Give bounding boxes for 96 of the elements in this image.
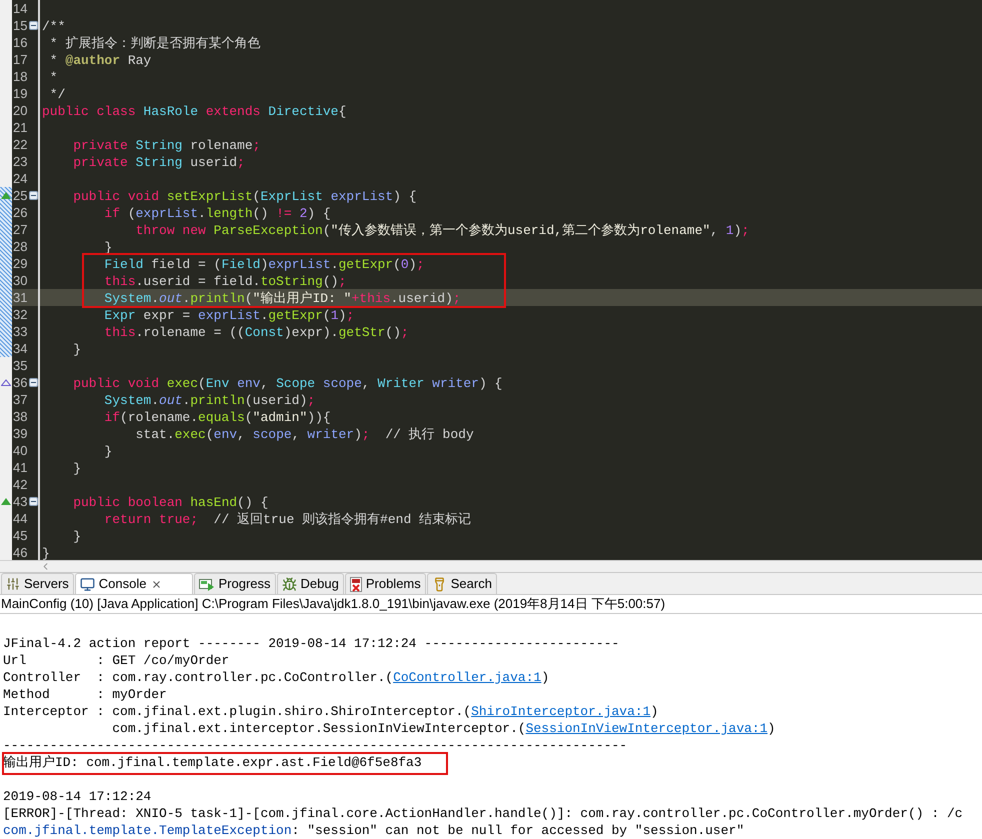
line-number: 38 <box>12 408 28 425</box>
code-line: * 扩展指令：判断是否拥有某个角色 <box>48 36 260 51</box>
code-line: Field field = (Field)exprList.getExpr(0); <box>103 257 424 272</box>
console-line: Controller : com.ray.controller.pc.CoController.(CoController.java:1) <box>3 669 550 686</box>
code-line: public class HasRole extends Directive{ <box>42 104 346 119</box>
problems-icon <box>350 576 362 592</box>
view-tab[interactable]: Problems <box>344 573 426 594</box>
triangle-outline-marker-icon <box>1 379 11 386</box>
line-number: 18 <box>12 68 28 85</box>
console-line: JFinal-4.2 action report -------- 2019-08-14 17:12:24 ------------------------- <box>3 635 620 652</box>
code-line: * @author Ray <box>48 53 152 68</box>
progress-icon <box>198 577 214 591</box>
code-line: this.rolename = ((Const)expr).getStr(); <box>103 325 409 340</box>
view-tab[interactable]: Console <box>74 573 192 594</box>
fold-toggle-icon[interactable] <box>29 191 38 200</box>
line-number: 31 <box>12 289 28 306</box>
line-number: 34 <box>12 340 28 357</box>
code-line: } <box>72 461 82 476</box>
line-number: 24 <box>12 170 28 187</box>
code-line: } <box>72 529 82 544</box>
code-line: stat.exec(env, scope, writer); // 执行 body <box>134 427 474 442</box>
code-line: if(rolename.equals("admin")){ <box>103 410 331 425</box>
code-line: this.userid = field.toString(); <box>103 274 346 289</box>
code-line: } <box>103 444 112 459</box>
line-number: 40 <box>12 442 28 459</box>
console-line: [ERROR]-[Thread: XNIO-5 task-1]-[com.jfinal.core.ActionHandler.handle()]: com.ray.controller.pc.CoController.myOrder() : /c <box>3 805 963 822</box>
console-line: 输出用户ID: com.jfinal.template.expr.ast.Field@6f5e8fa3 <box>3 754 422 771</box>
view-tab[interactable]: Debug <box>276 573 344 594</box>
code-line: System.out.println(userid); <box>103 393 316 408</box>
monitor-icon <box>80 576 95 592</box>
console-line: -------------------------------------------------------------------------------- <box>3 737 628 754</box>
console-line: Url : GET /co/myOrder <box>3 652 230 669</box>
code-line: public void setExprList(ExprList exprList) { <box>72 189 417 204</box>
line-number: 36 <box>12 374 28 391</box>
code-line: if (exprList.length() != 2) { <box>103 206 331 221</box>
line-number: 46 <box>12 544 28 560</box>
view-tab[interactable]: Search <box>426 573 497 594</box>
line-number: 39 <box>12 425 28 442</box>
file-link[interactable]: CoController.java:1 <box>393 670 542 685</box>
line-number: 41 <box>12 459 28 476</box>
sliders-icon <box>6 577 20 591</box>
line-number: 14 <box>12 0 28 17</box>
code-line: private String userid; <box>72 155 245 170</box>
line-number: 37 <box>12 391 28 408</box>
line-number: 15 <box>12 17 28 34</box>
code-editor[interactable] <box>12 0 982 560</box>
view-tab[interactable]: Progress <box>194 573 276 594</box>
line-number: 33 <box>12 323 28 340</box>
line-number: 22 <box>12 136 28 153</box>
line-number: 17 <box>12 51 28 68</box>
triangle-marker-icon <box>1 192 11 199</box>
code-line: public boolean hasEnd() { <box>72 495 268 510</box>
code-line: * <box>48 70 58 85</box>
console-line: Method : myOrder <box>3 686 167 703</box>
console-line: Interceptor : com.jfinal.ext.plugin.shiro.ShiroInterceptor.(ShiroInterceptor.java:1) <box>3 703 658 720</box>
console-line: com.jfinal.ext.interceptor.SessionInViewInterceptor.(SessionInViewInterceptor.java:1) <box>111 720 776 737</box>
code-line: private String rolename; <box>72 138 260 153</box>
line-number: 23 <box>12 153 28 170</box>
code-line: /** <box>42 19 66 34</box>
line-number: 27 <box>12 221 28 238</box>
code-line: Expr expr = exprList.getExpr(1); <box>103 308 354 323</box>
line-number: 29 <box>12 255 28 272</box>
line-number: 19 <box>12 85 28 102</box>
line-number: 26 <box>12 204 28 221</box>
line-number: 42 <box>12 476 28 493</box>
code-line: */ <box>48 87 66 102</box>
file-link[interactable]: SessionInViewInterceptor.java:1 <box>526 721 768 736</box>
fold-toggle-icon[interactable] <box>29 378 38 387</box>
view-tab[interactable]: Servers <box>1 573 74 594</box>
code-line: return true; // 返回true 则该指令拥有#end 结束标记 <box>103 512 472 527</box>
line-number: 30 <box>12 272 28 289</box>
line-number: 25 <box>12 187 28 204</box>
code-line: } <box>72 342 82 357</box>
line-number: 16 <box>12 34 28 51</box>
line-number: 43 <box>12 493 28 510</box>
triangle-marker-icon <box>1 498 11 505</box>
console-line: com.jfinal.template.TemplateException: "session" can not be null for accessed by "session.user" <box>3 822 744 839</box>
code-line: System.out.println("输出用户ID: "+this.userid); <box>103 291 461 306</box>
fold-toggle-icon[interactable] <box>29 497 38 506</box>
close-icon[interactable] <box>150 578 162 590</box>
file-link[interactable]: ShiroInterceptor.java:1 <box>471 704 651 719</box>
console-status: MainConfig (10) [Java Application] C:\Program Files\Java\jdk1.8.0_191\bin\javaw.exe (2019年8月14日 下午5:00:57) <box>0 594 982 614</box>
code-line: public void exec(Env env, Scope scope, Writer writer) { <box>72 376 502 391</box>
line-number: 28 <box>12 238 28 255</box>
horizontal-scrollbar[interactable] <box>0 560 982 572</box>
console-line: 2019-08-14 17:12:24 <box>3 788 152 805</box>
line-number: 44 <box>12 510 28 527</box>
line-number: 35 <box>12 357 28 374</box>
bug-icon <box>282 576 297 592</box>
line-number: 20 <box>12 102 28 119</box>
code-line: } <box>42 546 50 560</box>
line-number: 21 <box>12 119 28 136</box>
fold-toggle-icon[interactable] <box>29 21 38 30</box>
line-number: 32 <box>12 306 28 323</box>
line-number: 45 <box>12 527 28 544</box>
code-line: throw new ParseException("传入参数错误，第一个参数为userid,第二个参数为rolename", 1); <box>134 223 750 238</box>
